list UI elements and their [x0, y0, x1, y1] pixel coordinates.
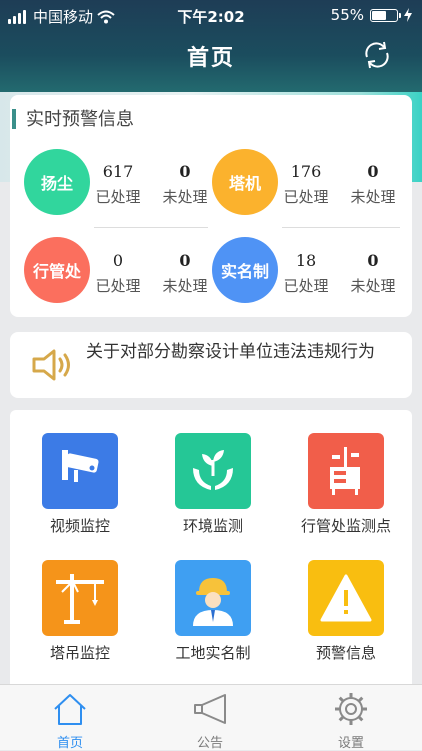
gear-icon: [335, 693, 367, 725]
section-marker: [12, 109, 16, 129]
env-monitor-label[interactable]: 环境监测: [148, 515, 278, 536]
warning-info-label[interactable]: 预警信息: [281, 642, 411, 663]
tab-home-label: 首页: [56, 736, 83, 751]
refresh-icon[interactable]: [362, 40, 392, 70]
crane-monitor-tile[interactable]: [42, 560, 118, 636]
tab-announcement-label: 公告: [196, 736, 223, 751]
battery-percent: 55%: [330, 6, 364, 24]
monitoring-station-icon: [330, 447, 360, 495]
tab-announcement[interactable]: 公告: [160, 685, 260, 751]
env-monitor-tile[interactable]: [175, 433, 251, 509]
home-icon: [54, 694, 86, 725]
cctv-camera-icon: [62, 450, 99, 482]
tab-settings-label: 设置: [337, 736, 364, 751]
tab-home[interactable]: 首页: [20, 685, 120, 751]
dust-alert-circle[interactable]: 扬尘: [24, 149, 90, 215]
admin-processed-count: 0: [112, 251, 124, 270]
real-name-tile[interactable]: [175, 560, 251, 636]
crane-unprocessed-count: 0: [367, 162, 379, 181]
tab-settings[interactable]: 设置: [301, 685, 401, 751]
speaker-icon: [32, 349, 70, 381]
battery-icon: [370, 8, 401, 22]
tower-crane-icon: [56, 574, 104, 624]
realtime-alert-card: 实时预警信息 扬尘 617 已处理 0 未处理 塔机 176 已处理 0 未处理…: [10, 95, 412, 317]
crane-monitor-label[interactable]: 塔吊监控: [15, 642, 145, 663]
crane-processed-count: 176: [290, 162, 322, 181]
announcement-banner[interactable]: 关于对部分勘察设计单位违法违规行为: [10, 332, 412, 398]
tower-crane-alert-circle[interactable]: 塔机: [212, 149, 278, 215]
real-name-label[interactable]: 工地实名制: [148, 642, 278, 663]
realname-processed-label: 已处理: [283, 277, 329, 295]
app-header: 中国移动 下午2:02 55% 首页: [0, 0, 422, 92]
plant-hands-icon: [193, 450, 233, 490]
dust-processed-label: 已处理: [95, 188, 141, 206]
feature-grid: 视频监控 环境监测 行管处监测点 塔吊监控 工地实名制 预警信息: [10, 410, 412, 684]
megaphone-icon: [194, 694, 226, 724]
crane-unprocessed-label: 未处理: [350, 188, 396, 206]
realname-processed-count: 18: [295, 251, 317, 270]
realname-unprocessed-count: 0: [367, 251, 379, 270]
page-title: 首页: [186, 46, 235, 71]
hardhat-worker-icon: [193, 578, 233, 626]
admin-station-label[interactable]: 行管处监测点: [281, 515, 411, 536]
realname-unprocessed-label: 未处理: [350, 277, 396, 295]
status-bar: 中国移动 下午2:02 55%: [0, 0, 422, 30]
real-name-alert-circle[interactable]: 实名制: [212, 237, 278, 303]
admin-unprocessed-label: 未处理: [162, 277, 208, 295]
crane-processed-label: 已处理: [283, 188, 329, 206]
video-monitor-label[interactable]: 视频监控: [15, 515, 145, 536]
dust-unprocessed-count: 0: [179, 162, 191, 181]
row-divider: [282, 227, 400, 228]
video-monitor-tile[interactable]: [42, 433, 118, 509]
dust-unprocessed-label: 未处理: [162, 188, 208, 206]
row-divider: [94, 227, 208, 228]
bottom-tab-bar: 首页 公告 设置: [0, 684, 422, 751]
admin-office-alert-circle[interactable]: 行管处: [24, 237, 90, 303]
charging-icon: [404, 8, 412, 22]
admin-station-tile[interactable]: [308, 433, 384, 509]
announcement-text[interactable]: 关于对部分勘察设计单位违法违规行为: [86, 340, 386, 365]
admin-unprocessed-count: 0: [179, 251, 191, 270]
warning-icon: [320, 574, 372, 622]
warning-info-tile[interactable]: [308, 560, 384, 636]
admin-processed-label: 已处理: [95, 277, 141, 295]
dust-processed-count: 617: [102, 162, 134, 181]
alert-section-title: 实时预警信息: [26, 109, 134, 130]
